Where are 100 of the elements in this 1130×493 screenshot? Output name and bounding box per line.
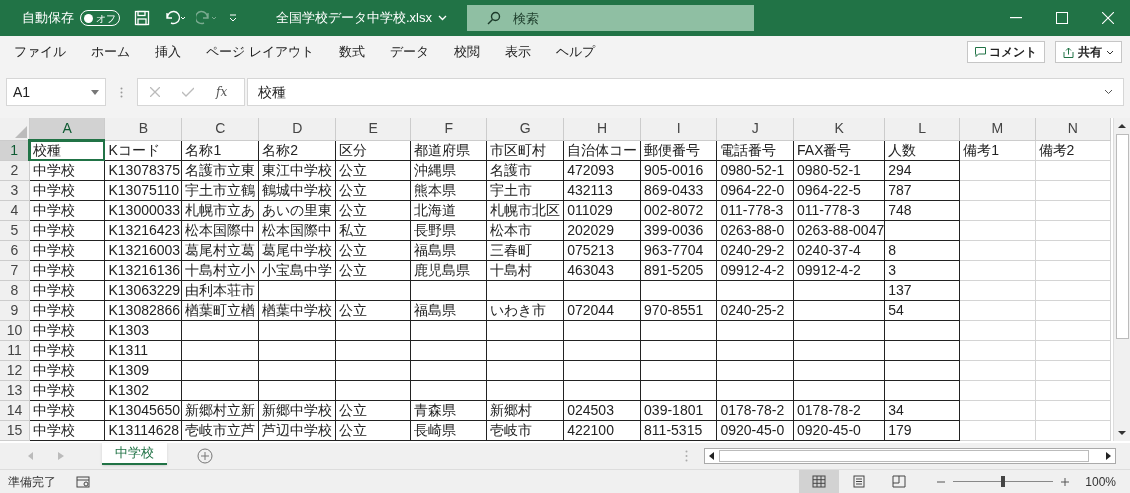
- row-header[interactable]: 1: [0, 140, 30, 161]
- row-header[interactable]: 14: [0, 400, 30, 421]
- table-cell: 0980-52-1: [720, 162, 785, 178]
- ribbon-tab[interactable]: ホーム: [91, 42, 130, 62]
- row-header[interactable]: 11: [0, 340, 30, 361]
- comment-button[interactable]: コメント: [967, 41, 1045, 63]
- table-cell: 中学校: [32, 302, 75, 318]
- row-header[interactable]: 5: [0, 220, 30, 241]
- ribbon-tab[interactable]: 挿入: [155, 42, 181, 62]
- table-cell: 09912-4-2: [797, 262, 861, 278]
- row-header[interactable]: 15: [0, 420, 30, 441]
- row-header[interactable]: 7: [0, 260, 30, 281]
- ribbon-tab[interactable]: ページ レイアウト: [206, 42, 314, 62]
- row-header[interactable]: 9: [0, 300, 30, 321]
- customize-icon[interactable]: [228, 13, 238, 23]
- table-cell: 公立: [339, 182, 368, 198]
- table-cell: 松本国際中: [262, 222, 333, 238]
- table-cell: 中学校: [32, 322, 75, 338]
- ribbon-tab[interactable]: 校閲: [453, 42, 480, 62]
- column-header[interactable]: B: [105, 118, 182, 140]
- table-cell: 011029: [567, 202, 613, 218]
- table-cell: 963-7704: [644, 242, 704, 258]
- scrollbar-thumb[interactable]: [1115, 134, 1129, 339]
- formula-field[interactable]: 校種: [247, 78, 1124, 106]
- table-cell: 0964-22-0: [720, 182, 785, 198]
- table-cell: 新郷中学校: [262, 402, 333, 418]
- row-header[interactable]: 8: [0, 280, 30, 301]
- table-cell: 024503: [567, 402, 614, 418]
- ribbon-tab[interactable]: ヘルプ: [555, 42, 595, 62]
- table-cell: 福島県: [414, 302, 457, 318]
- caret-icon[interactable]: [438, 15, 447, 21]
- table-cell: 名称2: [262, 141, 299, 158]
- table-cell: K1309: [108, 362, 149, 378]
- table-cell: 松本市: [490, 222, 533, 238]
- zoom-slider-thumb[interactable]: [1001, 476, 1006, 487]
- sheet-tab[interactable]: 中学校: [102, 443, 167, 465]
- zoom-in-icon[interactable]: [1061, 477, 1070, 486]
- column-header[interactable]: M: [959, 118, 1036, 140]
- table-cell: 十島村立小: [185, 262, 256, 278]
- table-cell: 748: [888, 202, 912, 218]
- row-header[interactable]: 10: [0, 320, 30, 341]
- table-cell: 中学校: [32, 342, 75, 358]
- row-header[interactable]: 2: [0, 160, 30, 181]
- table-cell: 54: [888, 302, 904, 318]
- table-cell: 公立: [339, 302, 368, 318]
- scrollbar-thumb[interactable]: [719, 450, 1089, 462]
- accessibility-icon[interactable]: [76, 475, 90, 488]
- column-header[interactable]: F: [410, 118, 487, 140]
- search-field[interactable]: 検索: [467, 5, 754, 31]
- column-header[interactable]: I: [640, 118, 717, 140]
- column-header[interactable]: A: [29, 118, 105, 140]
- view-button[interactable]: [799, 469, 840, 493]
- insert-function-button[interactable]: fx: [216, 83, 228, 101]
- row-header[interactable]: 6: [0, 240, 30, 261]
- column-header[interactable]: C: [181, 118, 259, 140]
- column-header[interactable]: N: [1035, 118, 1111, 140]
- table-cell: K13114628: [108, 422, 180, 438]
- view-icon: [812, 475, 827, 488]
- column-header[interactable]: H: [563, 118, 641, 140]
- column-header[interactable]: K: [793, 118, 885, 140]
- save-icon[interactable]: [134, 10, 150, 26]
- close-icon[interactable]: [1102, 12, 1114, 24]
- maximize-icon[interactable]: [1056, 12, 1068, 24]
- ribbon-tab[interactable]: 表示: [504, 42, 531, 62]
- ribbon-tab[interactable]: ファイル: [14, 42, 66, 62]
- row-header[interactable]: 3: [0, 180, 30, 201]
- table-cell: 970-8551: [644, 302, 704, 318]
- column-header[interactable]: E: [335, 118, 411, 140]
- add-sheet-icon[interactable]: [197, 448, 213, 464]
- table-cell: 039-1801: [644, 402, 704, 418]
- ribbon-tab[interactable]: データ: [389, 42, 429, 62]
- row-header[interactable]: 12: [0, 360, 30, 381]
- row-header[interactable]: 4: [0, 200, 30, 221]
- share-button[interactable]: 共有: [1055, 41, 1122, 63]
- column-header[interactable]: G: [486, 118, 564, 140]
- more-icon: [120, 86, 123, 98]
- ribbon-tab[interactable]: 数式: [338, 42, 365, 62]
- row-header[interactable]: 13: [0, 380, 30, 401]
- table-cell: 中学校: [32, 362, 75, 378]
- table-cell: K1311: [108, 342, 148, 358]
- column-header[interactable]: D: [258, 118, 336, 140]
- column-header[interactable]: L: [884, 118, 960, 140]
- table-cell: 青森県: [414, 402, 457, 418]
- file-name[interactable]: 全国学校データ中学校.xlsx: [276, 8, 432, 28]
- minimize-icon[interactable]: [1010, 17, 1022, 19]
- view-icon: [892, 475, 907, 488]
- table-cell: 0240-29-2: [720, 242, 785, 258]
- table-cell: 区分: [339, 141, 368, 158]
- column-header[interactable]: J: [716, 118, 794, 140]
- table-cell: 札幌市北区: [490, 202, 561, 218]
- table-cell: 壱岐市: [490, 422, 533, 438]
- table-cell: 422100: [567, 422, 614, 438]
- table-cell: 399-0036: [644, 222, 704, 238]
- table-cell: 三春町: [490, 242, 533, 258]
- table-cell: 松本国際中: [185, 222, 256, 238]
- table-cell: 備考2: [1038, 141, 1075, 158]
- name-box[interactable]: A1: [6, 78, 106, 106]
- table-cell: 0920-45-0: [797, 422, 861, 438]
- zoom-percent[interactable]: 100%: [1085, 472, 1116, 491]
- undo-icon[interactable]: [164, 10, 186, 26]
